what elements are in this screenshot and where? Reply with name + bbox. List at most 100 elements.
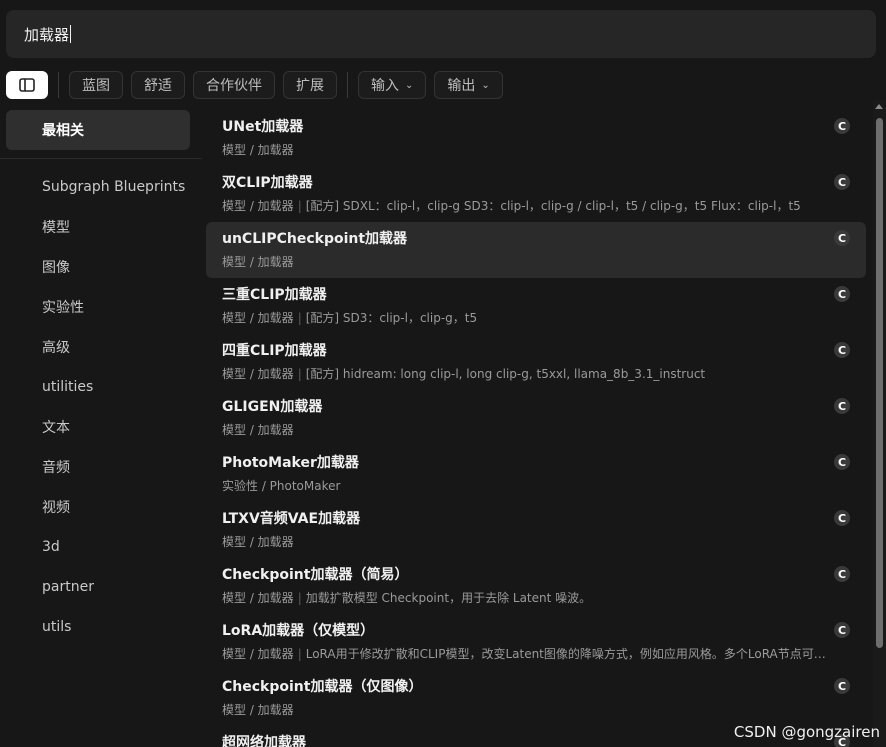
chevron-down-icon: ⌄ — [405, 79, 414, 91]
watermark: CSDN @gongzairen — [733, 723, 880, 741]
result-separator: | — [297, 647, 302, 661]
sidebar-category-item[interactable]: 视频 — [42, 487, 202, 527]
result-subtitle: 模型 / 加载器 | LoRA用于修改扩散和CLIP模型，改变Latent图像的降噪… — [222, 645, 837, 663]
search-input[interactable]: 加载器 — [6, 10, 876, 58]
result-category: 实验性 / PhotoMaker — [222, 479, 341, 493]
result-category: 模型 / 加载器 — [222, 703, 294, 717]
result-row[interactable]: Checkpoint加载器（简易） 模型 / 加载器 | 加载扩散模型 Checkpo… — [206, 558, 866, 614]
result-subtitle: 实验性 / PhotoMaker — [222, 477, 837, 495]
comfy-core-badge-icon: C — [834, 566, 850, 582]
result-category: 模型 / 加载器 — [222, 535, 294, 549]
input-type-label: 输入 — [371, 78, 399, 94]
result-title: 三重CLIP加载器 — [222, 287, 327, 303]
result-separator: | — [297, 591, 302, 605]
search-input-value: 加载器 — [24, 25, 70, 44]
comfy-core-badge-icon: C — [834, 398, 850, 414]
sidebar-category-item[interactable]: Subgraph Blueprints — [42, 167, 202, 207]
category-sidebar: 最相关 Subgraph Blueprints 模型 图像 实验性 高级 utilitie… — [0, 110, 202, 747]
filter-divider — [58, 72, 59, 98]
comfy-core-badge-icon: C — [834, 454, 850, 470]
result-subtitle: 模型 / 加载器 — [222, 141, 837, 159]
sidebar-toggle-button[interactable] — [6, 71, 48, 99]
result-category: 模型 / 加载器 — [222, 143, 294, 157]
result-description: 加载扩散模型 Checkpoint，用于去除 Latent 噪波。 — [305, 591, 592, 605]
result-row[interactable]: GLIGEN加载器 模型 / 加载器 C — [206, 390, 866, 446]
sidebar-category-item[interactable]: 图像 — [42, 247, 202, 287]
filter-extension-button[interactable]: 扩展 — [283, 71, 337, 99]
result-category: 模型 / 加载器 — [222, 647, 294, 661]
sidebar-category-item[interactable]: partner — [42, 567, 202, 607]
result-title: LoRA加载器（仅模型） — [222, 623, 375, 639]
result-row[interactable]: LTXV音频VAE加载器 模型 / 加载器 C — [206, 502, 866, 558]
result-description: [配方] SD3：clip-l，clip-g，t5 — [305, 311, 478, 325]
comfy-core-badge-icon: C — [834, 118, 850, 134]
result-title: GLIGEN加载器 — [222, 399, 323, 415]
result-subtitle: 模型 / 加载器 — [222, 533, 837, 551]
result-title: 四重CLIP加载器 — [222, 343, 327, 359]
scroll-up-arrow-icon[interactable] — [875, 104, 883, 109]
result-row[interactable]: UNet加载器 模型 / 加载器 C — [206, 110, 866, 166]
sidebar-item-most-relevant[interactable]: 最相关 — [6, 110, 190, 150]
input-type-dropdown[interactable]: 输入 ⌄ — [358, 71, 427, 99]
result-description: [配方] hidream: long clip-l, long clip-g, … — [305, 367, 706, 381]
result-category: 模型 / 加载器 — [222, 423, 294, 437]
result-title: unCLIPCheckpoint加载器 — [222, 231, 408, 247]
result-row[interactable]: 三重CLIP加载器模型 / 加载器 | [配方] SD3：clip-l，clip-g… — [206, 278, 866, 334]
result-subtitle: 模型 / 加载器 | [配方] SD3：clip-l，clip-g，t5 — [222, 309, 837, 327]
result-category: 模型 / 加载器 — [222, 591, 294, 605]
result-row[interactable]: 双CLIP加载器 模型 / 加载器 | [配方] SDXL：clip-l，clip-g… — [206, 166, 866, 222]
sidebar-category-item[interactable]: 高级 — [42, 327, 202, 367]
result-row[interactable]: unCLIPCheckpoint加载器 模型 / 加载器 C — [206, 222, 866, 278]
sidebar-divider — [0, 158, 202, 159]
result-separator: | — [297, 199, 302, 213]
result-subtitle: 模型 / 加载器 — [222, 421, 837, 439]
result-title: Checkpoint加载器（简易） — [222, 567, 409, 583]
results-scrollbar[interactable] — [873, 100, 886, 747]
sidebar-panel-icon — [19, 78, 35, 92]
chevron-down-icon: ⌄ — [481, 79, 490, 91]
comfy-core-badge-icon: C — [834, 342, 850, 358]
result-category: 模型 / 加载器 — [222, 255, 294, 269]
filter-divider — [347, 72, 348, 98]
sidebar-category-item[interactable]: 音频 — [42, 447, 202, 487]
output-type-dropdown[interactable]: 输出 ⌄ — [434, 71, 503, 99]
result-title: 双CLIP加载器 — [222, 175, 313, 191]
filter-comfort-button[interactable]: 舒适 — [131, 71, 185, 99]
result-title: LTXV音频VAE加载器 — [222, 511, 361, 527]
sidebar-category-item[interactable]: utils — [42, 607, 202, 647]
search-results-list: UNet加载器 模型 / 加载器 C 双CLIP加载器 模型 / 加载器 | [配方] SD… — [206, 110, 866, 747]
result-separator: | — [297, 311, 302, 325]
filter-bar: 蓝图 舒适 合作伙伴 扩展 输入 ⌄ 输出 ⌄ — [6, 70, 511, 100]
result-row[interactable]: LoRA加载器（仅模型） 模型 / 加载器 | LoRA用于修改扩散和CLIP模型，改… — [206, 614, 866, 670]
sidebar-category-item[interactable]: 3d — [42, 527, 202, 567]
scrollbar-thumb[interactable] — [876, 118, 883, 648]
filter-partner-button[interactable]: 合作伙伴 — [193, 71, 275, 99]
sidebar-category-list: Subgraph Blueprints 模型 图像 实验性 高级 utilities 文本音… — [42, 167, 202, 647]
result-category: 模型 / 加载器 — [222, 199, 294, 213]
result-subtitle: 模型 / 加载器 — [222, 253, 837, 271]
result-subtitle: 模型 / 加载器 | 加载扩散模型 Checkpoint，用于去除 Latent 噪… — [222, 589, 837, 607]
result-description: [配方] SDXL：clip-l，clip-g SD3：clip-l，clip-… — [305, 199, 801, 213]
comfy-core-badge-icon: C — [834, 174, 850, 190]
result-subtitle: 模型 / 加载器 | [配方] SDXL：clip-l，clip-g SD3：cli… — [222, 197, 837, 215]
text-caret — [70, 25, 72, 43]
result-row[interactable]: 四重CLIP加载器 模型 / 加载器 | [配方] hidream: long cli… — [206, 334, 866, 390]
result-title: UNet加载器 — [222, 119, 304, 135]
result-row[interactable]: PhotoMaker加载器 实验性 / PhotoMaker C — [206, 446, 866, 502]
result-row[interactable]: Checkpoint加载器（仅图像） 模型 / 加载器 C — [206, 670, 866, 726]
filter-blueprint-button[interactable]: 蓝图 — [69, 71, 123, 99]
sidebar-category-item[interactable]: 文本 — [42, 407, 202, 447]
result-separator: | — [297, 367, 302, 381]
comfy-core-badge-icon: C — [834, 678, 850, 694]
output-type-label: 输出 — [447, 78, 476, 94]
comfy-core-badge-icon: C — [834, 622, 850, 638]
result-category: 模型 / 加载器 — [222, 367, 294, 381]
result-title: Checkpoint加载器（仅图像） — [222, 679, 423, 695]
sidebar-category-item[interactable]: 实验性 — [42, 287, 202, 327]
result-subtitle: 模型 / 加载器 | [配方] hidream: long clip-l, long… — [222, 365, 837, 383]
comfy-core-badge-icon: C — [834, 230, 850, 246]
sidebar-category-item[interactable]: utilities — [42, 367, 202, 407]
sidebar-category-item[interactable]: 模型 — [42, 207, 202, 247]
comfy-core-badge-icon: C — [834, 510, 850, 526]
comfy-core-badge-icon: C — [834, 286, 850, 302]
